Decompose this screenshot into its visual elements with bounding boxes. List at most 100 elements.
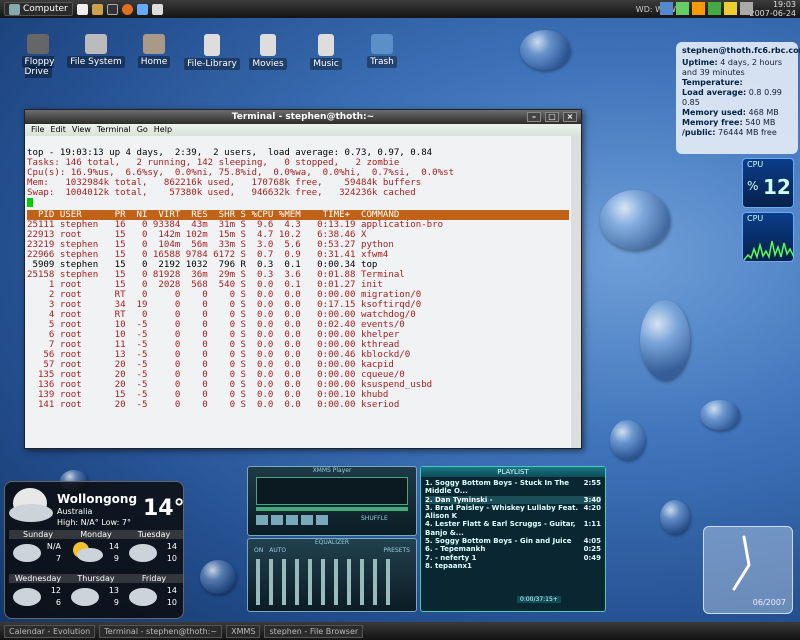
desktop-icon-movies[interactable]: Movies [238,34,298,70]
desktop-icon-filesystem[interactable]: File System [66,34,126,68]
eq-slider[interactable] [334,559,338,605]
terminal-scrollbar[interactable] [571,136,581,448]
process-row: 3 root 34 19 0 0 0 S 0.0 0.0 0:17.15 kso… [27,300,422,310]
desktop-icon-trash[interactable]: Trash [352,34,412,68]
desktop-icon-file-library[interactable]: File-Library [182,34,242,70]
playlist-item[interactable]: 7. - neferty 1 0:49 [425,554,601,562]
eq-slider[interactable] [295,559,299,605]
minimize-icon[interactable]: – [527,112,541,122]
taskbar-item[interactable]: XMMS [226,624,261,638]
forecast-day: Sunday N/A 7 [9,530,67,572]
menu-help[interactable]: Help [154,125,172,135]
sysmon-host: stephen@thoth.fc6.rbc.com [682,46,800,55]
desktop-icon-music[interactable]: Music [296,34,356,70]
eq-slider[interactable] [373,559,377,605]
playlist-item[interactable]: 1. Soggy Bottom Boys - Stuck In The Midd… [425,479,601,496]
seek-slider[interactable] [256,507,408,511]
weather-country: Australia [57,507,93,516]
network-icon[interactable] [660,2,673,15]
firefox-launcher-icon[interactable] [121,3,133,15]
close-icon[interactable]: × [563,112,577,122]
playlist-total-time: 0:00/37:15+ [517,596,561,603]
playlist-item[interactable]: 6. - Tepemankh 0:25 [425,545,601,553]
playlist-item[interactable]: 2. Dan Tyminski -3:40 [425,495,601,504]
menu-file[interactable]: File [31,125,44,135]
sysmon-row: Memory used: 468 MB [682,108,779,117]
text-editor-launcher-icon[interactable] [91,3,103,15]
process-row: 2 root RT 0 0 0 0 S 0.0 0.0 0:00.00 migr… [27,290,422,300]
update-icon[interactable] [676,2,689,15]
process-row: 1 root 15 0 2028 568 540 S 0.0 0.1 0:01.… [27,280,383,290]
playlist-item[interactable]: 4. Lester Flatt & Earl Scruggs - Guitar,… [425,520,601,537]
computer-icon [9,3,20,15]
process-row: 6 root 10 -5 0 0 0 S 0.0 0.0 0:00.00 khe… [27,330,400,340]
desktop-icon-floppy[interactable]: Floppy Drive [8,34,68,78]
eq-on-toggle[interactable]: ON [254,547,263,554]
playlist-tracks: 1. Soggy Bottom Boys - Stuck In The Midd… [421,477,605,572]
terminal-titlebar[interactable]: Terminal - stephen@thoth:~ – □ × [25,110,581,124]
process-row: 25158 stephen 15 0 81928 36m 29m S 0.3 3… [27,270,405,280]
forecast-day: Friday 14 10 [125,574,183,616]
process-row: 136 root 20 -5 0 0 0 S 0.0 0.0 0:00.00 k… [27,380,433,390]
eq-slider[interactable] [308,559,312,605]
eq-auto-toggle[interactable]: AUTO [269,547,286,554]
next-icon[interactable] [316,515,328,525]
eq-slider[interactable] [256,559,260,605]
mail-launcher-icon[interactable] [136,3,148,15]
eq-slider[interactable] [282,559,286,605]
process-row: 139 root 15 -5 0 0 0 S 0.0 0.0 0:00.10 k… [27,390,389,400]
previous-icon[interactable] [256,515,268,525]
maximize-icon[interactable]: □ [545,112,559,122]
playlist-item[interactable]: 5. Soggy Bottom Boys - Gin and Juice 4:05 [425,537,601,545]
cpu-percent-widget: CPU % 12 [742,158,794,208]
computer-menu-button[interactable]: Computer [4,2,73,16]
stop-icon[interactable] [301,515,313,525]
play-icon[interactable] [271,515,283,525]
document-5-icon [204,34,220,56]
taskbar-item[interactable]: stephen - File Browser [264,624,364,638]
eq-slider[interactable] [347,559,351,605]
system-info-widget: stephen@thoth.fc6.rbc.com Uptime: 4 days… [676,42,800,154]
forecast-day: Thursday 13 9 [67,574,125,616]
menu-terminal[interactable]: Terminal [97,125,131,135]
tray-icons [660,2,753,15]
forecast-day: Wednesday 12 6 [9,574,67,616]
eq-slider[interactable] [269,559,273,605]
cpu-graph [744,240,794,261]
home-folder-icon [143,34,165,54]
desktop-icons: Floppy Drive File System Home File-Libra… [0,34,420,78]
star-icon[interactable] [692,2,705,15]
eq-slider[interactable] [360,559,364,605]
sysmon-row: /public: 76444 MB free [682,128,777,137]
terminal-screen[interactable]: top - 19:03:13 up 4 days, 2:39, 2 users,… [25,136,571,448]
trash-icon [371,34,393,54]
terminal-cursor [27,198,33,207]
process-row: 7 root 11 -5 0 0 0 S 0.0 0.0 0:00.00 kth… [27,340,400,350]
eq-slider[interactable] [386,559,390,605]
playlist-item[interactable]: 3. Brad Paisley - Whiskey Lullaby Feat. … [425,504,601,521]
pause-icon[interactable] [286,515,298,525]
eq-presets-button[interactable]: PRESETS [383,547,410,554]
menu-view[interactable]: View [72,125,91,135]
terminal-launcher-icon[interactable] [106,3,118,15]
folder-icon[interactable] [724,2,737,15]
battery-icon[interactable] [708,2,721,15]
top-summary-line: Swap: 1004012k total, 57380k used, 94663… [27,188,416,198]
panel-clock[interactable]: 19:03 2007-06-24 [750,0,797,18]
process-row: 5909 stephen 15 0 2192 1032 796 R 0.3 0.… [27,260,378,270]
terminal-menubar: File Edit View Terminal Go Help [25,124,581,136]
menu-edit[interactable]: Edit [50,125,66,135]
menu-go[interactable]: Go [137,125,148,135]
document-5-icon [318,34,334,56]
shuffle-toggle[interactable]: SHUFFLE [361,515,388,525]
eq-slider[interactable] [321,559,325,605]
taskbar-item[interactable]: Terminal - stephen@thoth:~ [99,624,223,638]
document-launcher-icon[interactable] [76,3,88,15]
taskbar-item[interactable]: Calendar - Evolution [4,624,96,638]
process-row: 5 root 10 -5 0 0 0 S 0.0 0.0 0:02.40 eve… [27,320,405,330]
playlist-item[interactable]: 8. tepaanx1 [425,562,601,570]
desktop-icon-home[interactable]: Home [124,34,184,68]
volume-icon[interactable] [740,2,753,15]
terminal-window: Terminal - stephen@thoth:~ – □ × File Ed… [24,109,582,449]
file-launcher-icon[interactable] [151,3,163,15]
